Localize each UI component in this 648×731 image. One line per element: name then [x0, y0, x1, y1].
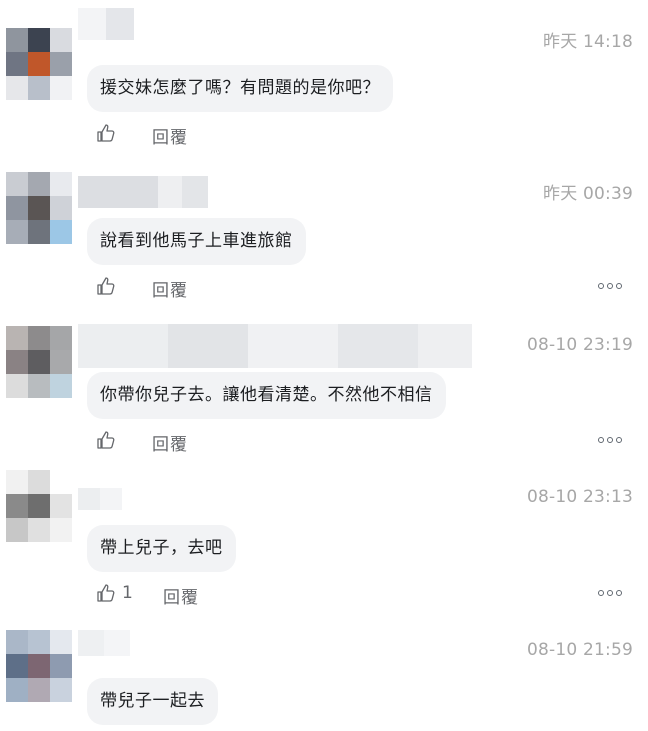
reply-button[interactable]: 回覆 — [152, 276, 188, 301]
user-name[interactable] — [78, 8, 134, 40]
comment-text: 帶上兒子，去吧 — [87, 525, 236, 572]
like-icon[interactable] — [96, 583, 116, 603]
like-icon[interactable] — [96, 276, 116, 296]
comment-timestamp: 08-10 23:19 — [527, 335, 633, 355]
comment-item: 08-10 21:59 帶兒子一起去 — [0, 620, 648, 731]
comment-timestamp: 昨天 00:39 — [543, 184, 633, 204]
user-name[interactable] — [78, 488, 122, 510]
reply-button[interactable]: 回覆 — [152, 123, 188, 148]
comment-timestamp: 08-10 21:59 — [527, 640, 633, 660]
more-options-icon[interactable] — [598, 589, 622, 597]
comment-text: 你帶你兒子去。讓他看清楚。不然他不相信 — [87, 372, 446, 419]
reply-button[interactable]: 回覆 — [152, 430, 188, 455]
more-options-icon[interactable] — [598, 282, 622, 290]
user-name[interactable] — [78, 324, 472, 368]
avatar[interactable] — [6, 172, 72, 244]
comment-timestamp: 08-10 23:13 — [527, 487, 633, 507]
comment-item: 昨天 14:18 援交妹怎麼了嗎？有問題的是你吧？ 回覆 — [0, 0, 648, 160]
comment-timestamp: 昨天 14:18 — [543, 32, 633, 52]
comment-item: 08-10 23:13 帶上兒子，去吧 1 回覆 — [0, 470, 648, 620]
like-icon[interactable] — [96, 430, 116, 450]
like-icon[interactable] — [96, 123, 116, 143]
more-options-icon[interactable] — [598, 436, 622, 444]
comment-text: 說看到他馬子上車進旅館 — [87, 218, 306, 265]
user-name[interactable] — [78, 630, 130, 656]
comment-item: 昨天 00:39 說看到他馬子上車進旅館 回覆 — [0, 160, 648, 320]
comment-text: 帶兒子一起去 — [87, 678, 218, 725]
like-count: 1 — [122, 583, 133, 603]
reply-button[interactable]: 回覆 — [163, 583, 199, 608]
avatar[interactable] — [6, 470, 72, 542]
comment-item: 08-10 23:19 你帶你兒子去。讓他看清楚。不然他不相信 回覆 — [0, 320, 648, 470]
user-name[interactable] — [78, 176, 208, 208]
avatar[interactable] — [6, 28, 72, 100]
avatar[interactable] — [6, 326, 72, 398]
avatar[interactable] — [6, 630, 72, 702]
comment-text: 援交妹怎麼了嗎？有問題的是你吧？ — [87, 65, 393, 112]
